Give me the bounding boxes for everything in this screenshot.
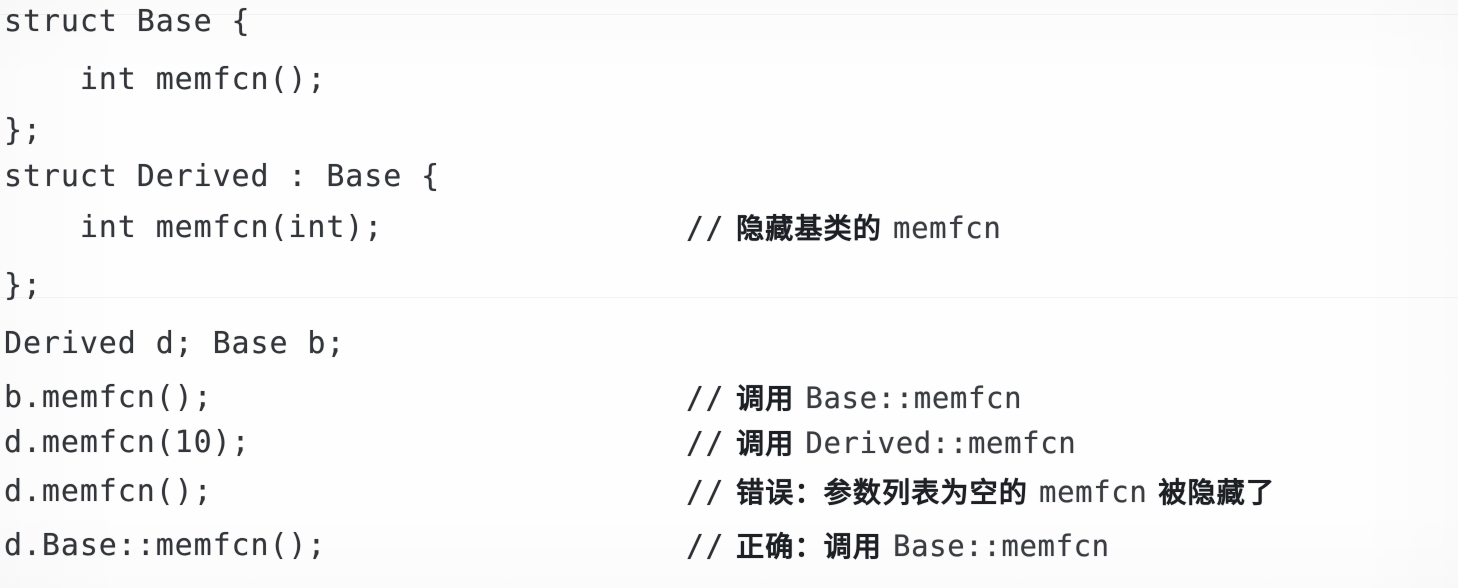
comment-cjk-lead: 隐藏基类的 bbox=[725, 212, 894, 245]
code-line: d.Base::memfcn(); // 正确：调用 Base::memfcn bbox=[0, 524, 1458, 582]
code-source-text: b.memfcn(); bbox=[4, 380, 213, 415]
comment-slashes: // bbox=[686, 475, 726, 510]
comment-cjk-lead: 错误：参数列表为空的 bbox=[725, 476, 1040, 509]
comment-identifier: Derived::memfcn bbox=[805, 426, 1077, 460]
code-source-text: d.Base::memfcn(); bbox=[4, 528, 327, 563]
comment-identifier: Base::memfcn bbox=[893, 529, 1110, 563]
comment-slashes: // bbox=[686, 211, 726, 246]
comment-cjk-lead: 正确：调用 bbox=[725, 530, 894, 563]
code-line: int memfcn(int); // 隐藏基类的 memfcn bbox=[0, 206, 1458, 264]
comment-identifier: Base::memfcn bbox=[805, 381, 1023, 415]
code-line: }; bbox=[0, 264, 1458, 322]
code-source-text: }; bbox=[4, 268, 42, 303]
code-comment: // 隐藏基类的 memfcn bbox=[686, 206, 1001, 251]
code-comment: // 正确：调用 Base::memfcn bbox=[686, 524, 1110, 569]
code-source-text: d.memfcn(); bbox=[4, 474, 213, 509]
comment-slashes: // bbox=[686, 426, 726, 461]
comment-identifier: memfcn bbox=[1039, 475, 1148, 509]
comment-identifier: memfcn bbox=[893, 211, 1002, 245]
comment-cjk-trail: 被隐藏了 bbox=[1147, 476, 1276, 509]
comment-slashes: // bbox=[686, 529, 726, 564]
code-source-text: d.memfcn(10); bbox=[4, 425, 251, 460]
comment-cjk-lead: 调用 bbox=[725, 382, 806, 415]
code-comment: // 调用 Base::memfcn bbox=[686, 376, 1022, 421]
code-line: struct Derived : Base { bbox=[0, 155, 1458, 213]
code-line: struct Base { bbox=[0, 0, 1458, 58]
comment-slashes: // bbox=[686, 381, 726, 416]
code-comment: // 错误：参数列表为空的 memfcn 被隐藏了 bbox=[686, 470, 1275, 515]
scanned-page: struct Base { int memfcn();}; struct Deri… bbox=[0, 0, 1458, 588]
code-source-text: int memfcn(int); bbox=[4, 210, 384, 245]
code-line: int memfcn(); bbox=[0, 58, 1458, 116]
code-line: Derived d; Base b; bbox=[0, 322, 1458, 380]
code-comment: // 调用 Derived::memfcn bbox=[686, 421, 1076, 466]
code-source-text: struct Derived : Base { bbox=[4, 159, 441, 194]
code-line: d.memfcn(); // 错误：参数列表为空的 memfcn 被隐藏了 bbox=[0, 470, 1458, 528]
code-source-text: int memfcn(); bbox=[4, 62, 327, 97]
code-source-text: struct Base { bbox=[4, 4, 251, 39]
comment-cjk-lead: 调用 bbox=[725, 427, 806, 460]
code-source-text: Derived d; Base b; bbox=[4, 326, 346, 361]
code-source-text: }; bbox=[4, 113, 42, 148]
